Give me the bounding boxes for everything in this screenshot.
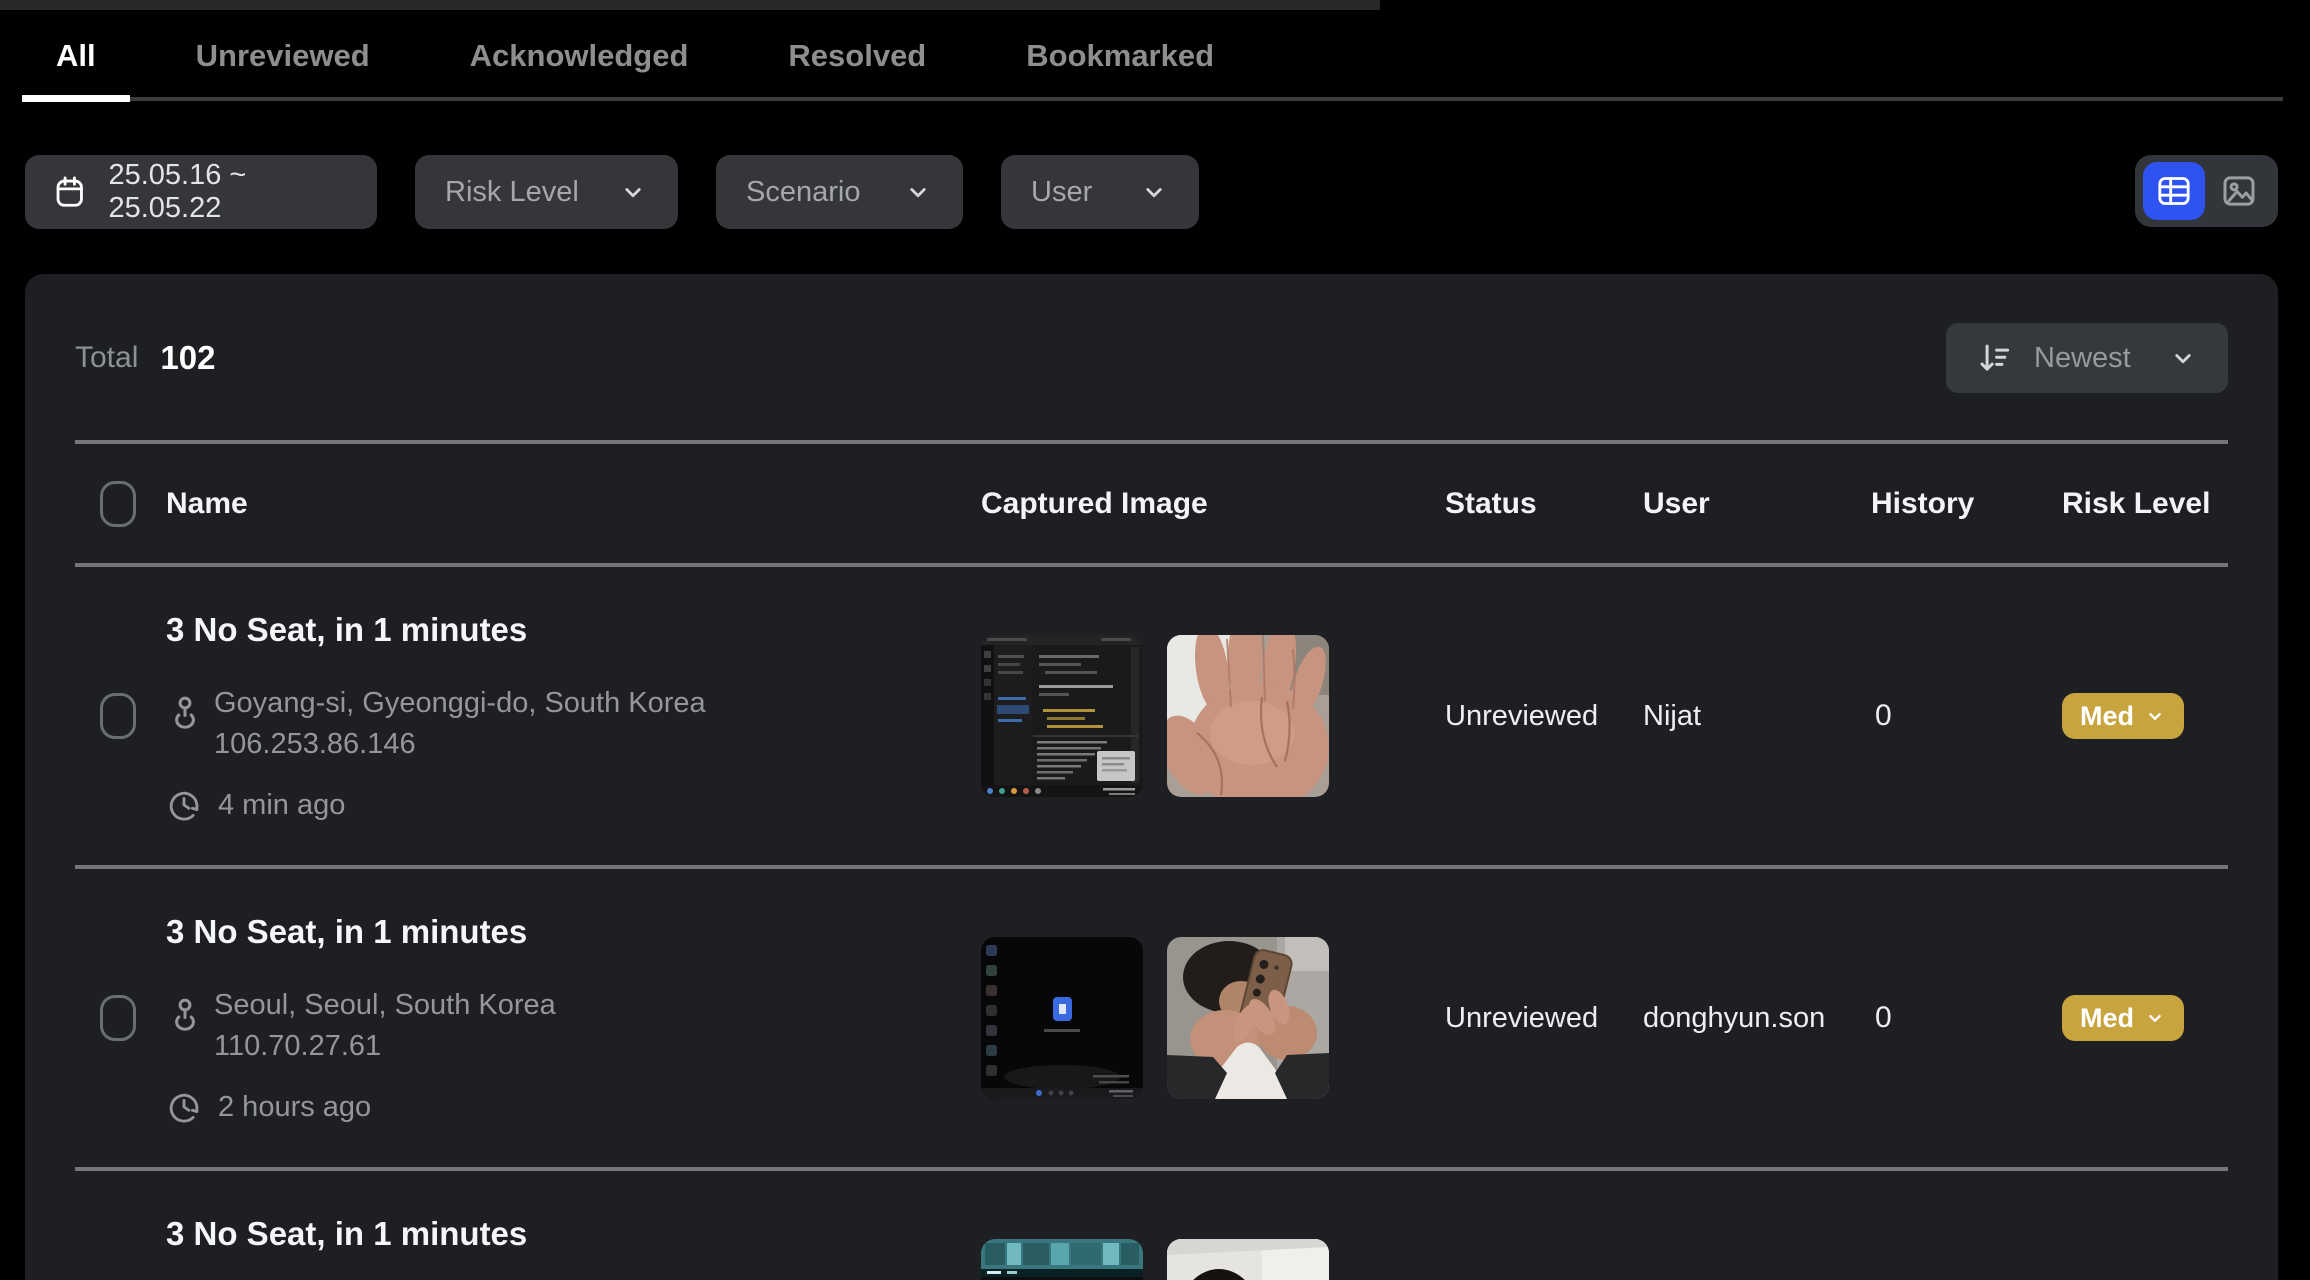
column-header-history: History (1871, 487, 2062, 521)
risk-level-badge[interactable]: Med (2062, 693, 2184, 739)
tab-underline-track (22, 97, 2283, 101)
column-header-status: Status (1445, 487, 1643, 521)
history-cell: 0 (1871, 1001, 2062, 1035)
event-time: 4 min ago (218, 789, 345, 822)
column-header-risk-level: Risk Level (2062, 487, 2228, 521)
captured-image-webcam[interactable] (1167, 1239, 1329, 1280)
filter-bar: 25.05.16 ~ 25.05.22 Risk Level Scenario … (25, 155, 1199, 229)
captured-image-webcam[interactable] (1167, 937, 1329, 1099)
tab-bar: All Unreviewed Acknowledged Resolved Boo… (0, 10, 2310, 102)
event-title: 3 No Seat, in 1 minutes (166, 913, 981, 951)
status-cell: Unreviewed (1445, 700, 1643, 733)
location-pin-icon (166, 693, 204, 731)
time-history-icon (166, 787, 202, 823)
tab-all[interactable]: All (22, 10, 130, 102)
location-pin-icon (166, 995, 204, 1033)
captured-image-screen[interactable] (981, 635, 1143, 797)
sort-dropdown[interactable]: Newest (1946, 323, 2228, 393)
event-name-cell: 3 No Seat, in 1 minutes Seoul, Seoul, So… (166, 869, 981, 1125)
user-cell: Nijat (1643, 700, 1871, 733)
user-cell: donghyun.son (1643, 1002, 1871, 1035)
history-cell: 0 (1871, 699, 2062, 733)
date-range-value: 25.05.16 ~ 25.05.22 (108, 159, 351, 225)
event-ip: 110.70.27.61 (214, 1026, 556, 1067)
event-name-cell: 3 No Seat, in 1 minutes (166, 1171, 981, 1253)
tab-unreviewed[interactable]: Unreviewed (162, 10, 404, 102)
column-header-captured-image: Captured Image (981, 487, 1445, 521)
event-location: Goyang-si, Gyeonggi-do, South Korea (214, 683, 706, 724)
row-checkbox[interactable] (100, 693, 136, 739)
column-header-user: User (1643, 487, 1871, 521)
tab-acknowledged[interactable]: Acknowledged (436, 10, 723, 102)
risk-level-dropdown[interactable]: Risk Level (415, 155, 678, 229)
event-name-cell: 3 No Seat, in 1 minutes Goyang-si, Gyeon… (166, 567, 981, 823)
captured-images-cell (981, 1239, 1445, 1280)
calendar-icon (51, 172, 88, 212)
sort-value: Newest (2034, 342, 2131, 375)
tab-bookmarked[interactable]: Bookmarked (992, 10, 1248, 102)
chevron-down-icon (618, 177, 648, 207)
table-view-icon (2154, 171, 2194, 211)
table-header-row: Name Captured Image Status User History … (75, 444, 2228, 563)
event-list-panel: Total 102 Newest Name Captured Image Sta… (25, 274, 2278, 1280)
table-view-button[interactable] (2143, 162, 2205, 220)
image-view-icon (2218, 170, 2260, 212)
view-toggle (2135, 155, 2278, 227)
captured-image-webcam[interactable] (1167, 635, 1329, 797)
column-header-name: Name (166, 487, 981, 521)
top-window-strip (0, 0, 1380, 10)
captured-image-screen[interactable] (981, 937, 1143, 1099)
total-count: 102 (160, 339, 215, 377)
event-time: 2 hours ago (218, 1091, 371, 1124)
row-checkbox[interactable] (100, 995, 136, 1041)
table-row: 3 No Seat, in 1 minutes Seoul, Seoul, So… (75, 869, 2228, 1167)
table-row: 3 No Seat, in 1 minutes Goyang-si, Gyeon… (75, 567, 2228, 865)
chevron-down-icon (2168, 343, 2198, 373)
captured-images-cell (981, 635, 1445, 797)
status-cell: Unreviewed (1445, 1002, 1643, 1035)
event-ip: 106.253.86.146 (214, 724, 706, 765)
event-location: Seoul, Seoul, South Korea (214, 985, 556, 1026)
scenario-dropdown[interactable]: Scenario (716, 155, 963, 229)
time-history-icon (166, 1089, 202, 1125)
chevron-down-icon (1139, 177, 1169, 207)
date-range-button[interactable]: 25.05.16 ~ 25.05.22 (25, 155, 377, 229)
chevron-down-icon (2144, 705, 2166, 727)
select-all-checkbox[interactable] (100, 481, 136, 527)
chevron-down-icon (903, 177, 933, 207)
captured-image-screen[interactable] (981, 1239, 1143, 1280)
app-screen: All Unreviewed Acknowledged Resolved Boo… (0, 0, 2310, 1280)
total-label: Total (75, 341, 138, 375)
event-title: 3 No Seat, in 1 minutes (166, 611, 981, 649)
risk-level-badge[interactable]: Med (2062, 995, 2184, 1041)
captured-images-cell (981, 937, 1445, 1099)
user-dropdown[interactable]: User (1001, 155, 1199, 229)
tab-resolved[interactable]: Resolved (754, 10, 960, 102)
list-summary-row: Total 102 Newest (75, 322, 2228, 394)
event-title: 3 No Seat, in 1 minutes (166, 1215, 981, 1253)
sort-descending-icon (1976, 339, 2014, 377)
table-row: 3 No Seat, in 1 minutes (75, 1171, 2228, 1280)
image-view-button[interactable] (2208, 162, 2270, 220)
chevron-down-icon (2144, 1007, 2166, 1029)
